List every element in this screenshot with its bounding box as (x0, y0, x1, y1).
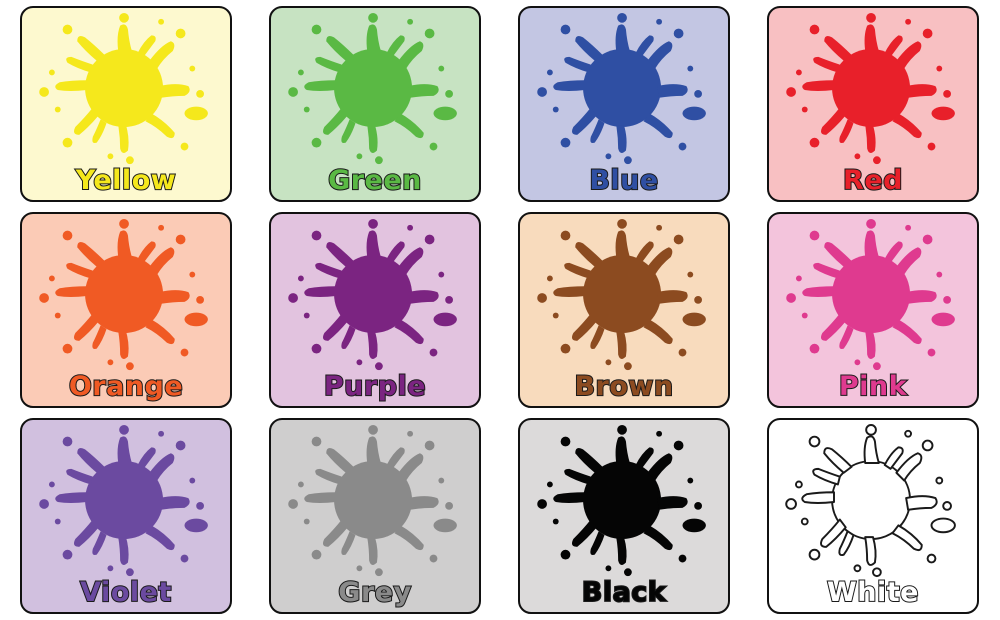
color-card-yellow[interactable]: Yellow (20, 6, 232, 202)
color-card-orange[interactable]: Orange (20, 212, 232, 408)
orange-paint-splat-icon (39, 218, 208, 371)
color-card-grid: Yellow Green Blue Red Orange Purple Brow… (20, 6, 979, 614)
color-card-label: Blue (588, 164, 659, 197)
green-paint-splat-icon (288, 12, 457, 165)
color-card-label: Orange (68, 370, 184, 403)
color-card-green[interactable]: Green (269, 6, 481, 202)
color-card-white[interactable]: White (767, 418, 979, 614)
color-card-label: Pink (838, 370, 908, 403)
color-card-label: Brown (573, 370, 674, 403)
black-paint-splat-icon (537, 424, 706, 577)
color-card-red[interactable]: Red (767, 6, 979, 202)
color-card-label: Yellow (75, 164, 177, 197)
color-card-label: Green (327, 164, 422, 197)
color-card-label: Violet (79, 576, 172, 609)
color-card-purple[interactable]: Purple (269, 212, 481, 408)
color-card-label: Grey (337, 576, 412, 609)
color-card-brown[interactable]: Brown (518, 212, 730, 408)
color-card-label: White (826, 576, 919, 609)
violet-paint-splat-icon (39, 424, 208, 577)
white-paint-splat-icon (785, 424, 956, 578)
color-card-violet[interactable]: Violet (20, 418, 232, 614)
color-card-label: Red (842, 164, 903, 197)
color-card-label: Black (581, 576, 667, 609)
color-card-pink[interactable]: Pink (767, 212, 979, 408)
brown-paint-splat-icon (537, 218, 706, 371)
purple-paint-splat-icon (288, 218, 457, 371)
color-card-grey[interactable]: Grey (269, 418, 481, 614)
red-paint-splat-icon (786, 12, 955, 165)
pink-paint-splat-icon (786, 218, 955, 371)
grey-paint-splat-icon (288, 424, 457, 577)
blue-paint-splat-icon (537, 12, 706, 165)
yellow-paint-splat-icon (39, 12, 208, 165)
color-card-black[interactable]: Black (518, 418, 730, 614)
color-card-label: Purple (323, 370, 427, 403)
color-card-blue[interactable]: Blue (518, 6, 730, 202)
